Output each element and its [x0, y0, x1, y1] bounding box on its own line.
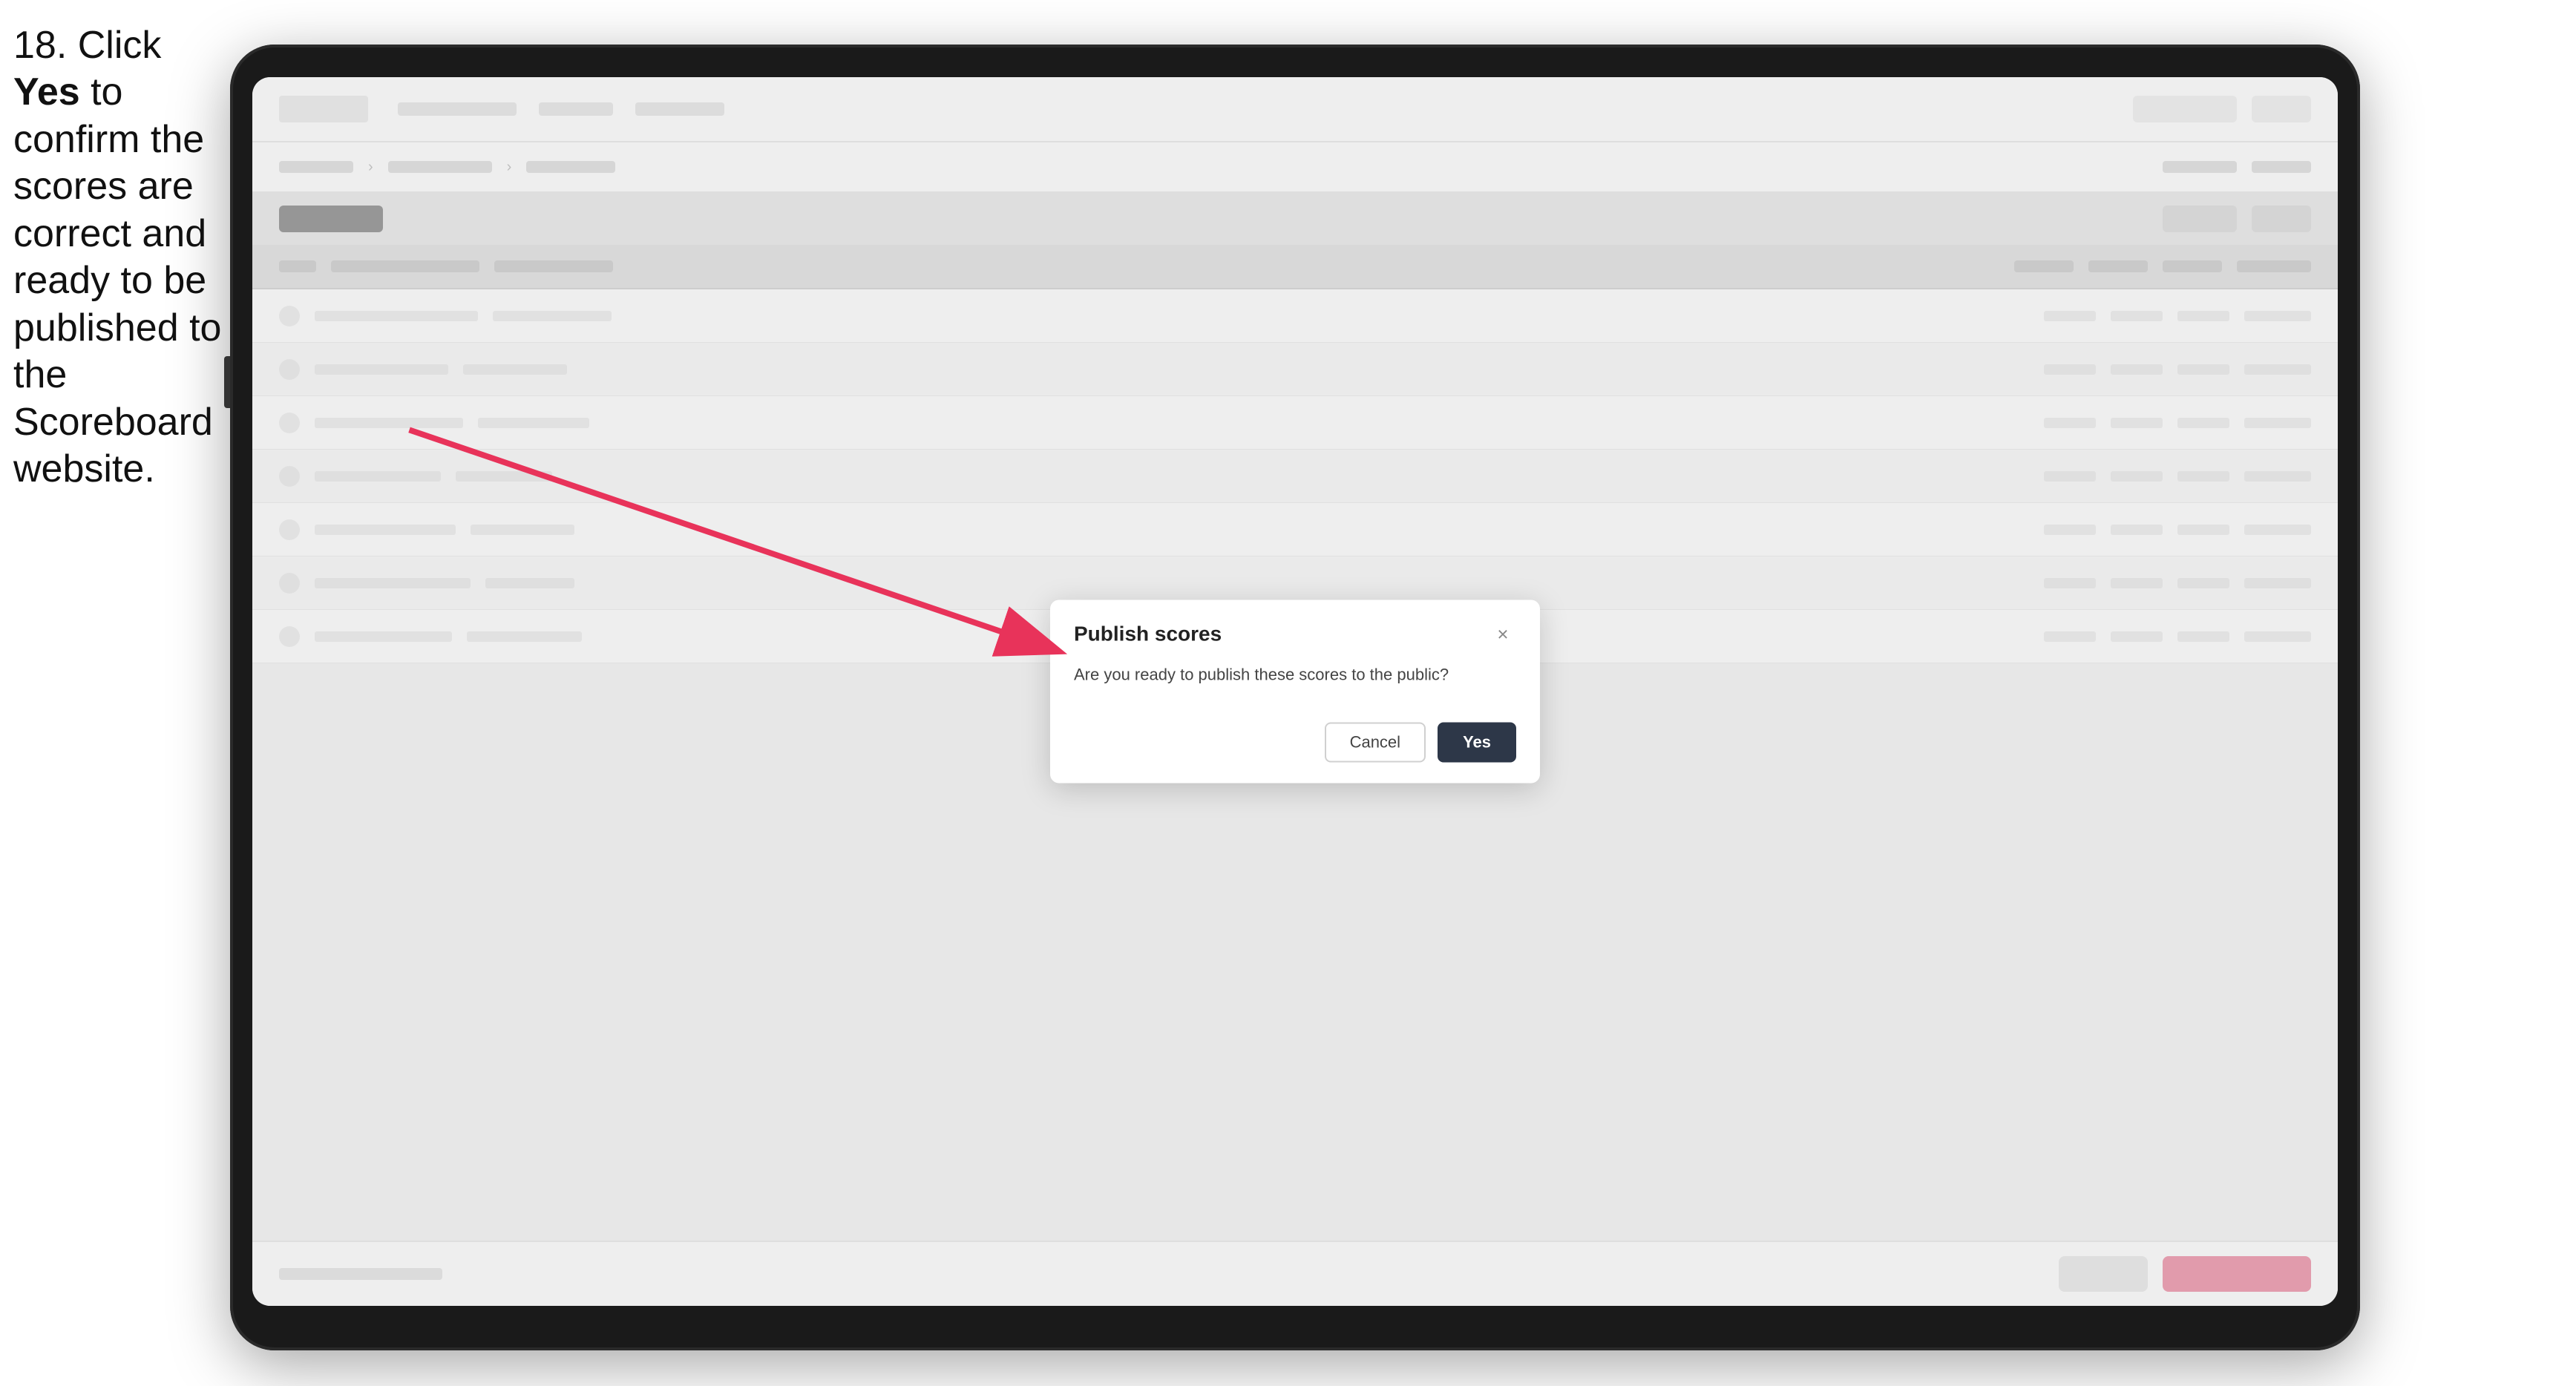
modal-header: Publish scores ×: [1050, 600, 1540, 663]
app-container: › ›: [252, 77, 2338, 1306]
close-icon: ×: [1497, 623, 1508, 646]
yes-button[interactable]: Yes: [1438, 723, 1516, 763]
instruction-bold: Yes: [13, 70, 80, 114]
instruction-text: 18. Click Yes to confirm the scores are …: [13, 22, 229, 493]
modal-message: Are you ready to publish these scores to…: [1074, 663, 1516, 687]
cancel-button[interactable]: Cancel: [1325, 723, 1426, 763]
step-number: 18.: [13, 24, 67, 67]
publish-scores-modal: Publish scores × Are you ready to publis…: [1050, 600, 1540, 784]
modal-footer: Cancel Yes: [1050, 708, 1540, 784]
modal-close-button[interactable]: ×: [1489, 621, 1516, 648]
tablet-device: › ›: [230, 45, 2360, 1350]
modal-title: Publish scores: [1074, 623, 1222, 646]
tablet-screen: › ›: [252, 77, 2338, 1306]
modal-body: Are you ready to publish these scores to…: [1050, 663, 1540, 708]
tablet-wrapper: › ›: [230, 45, 2360, 1350]
